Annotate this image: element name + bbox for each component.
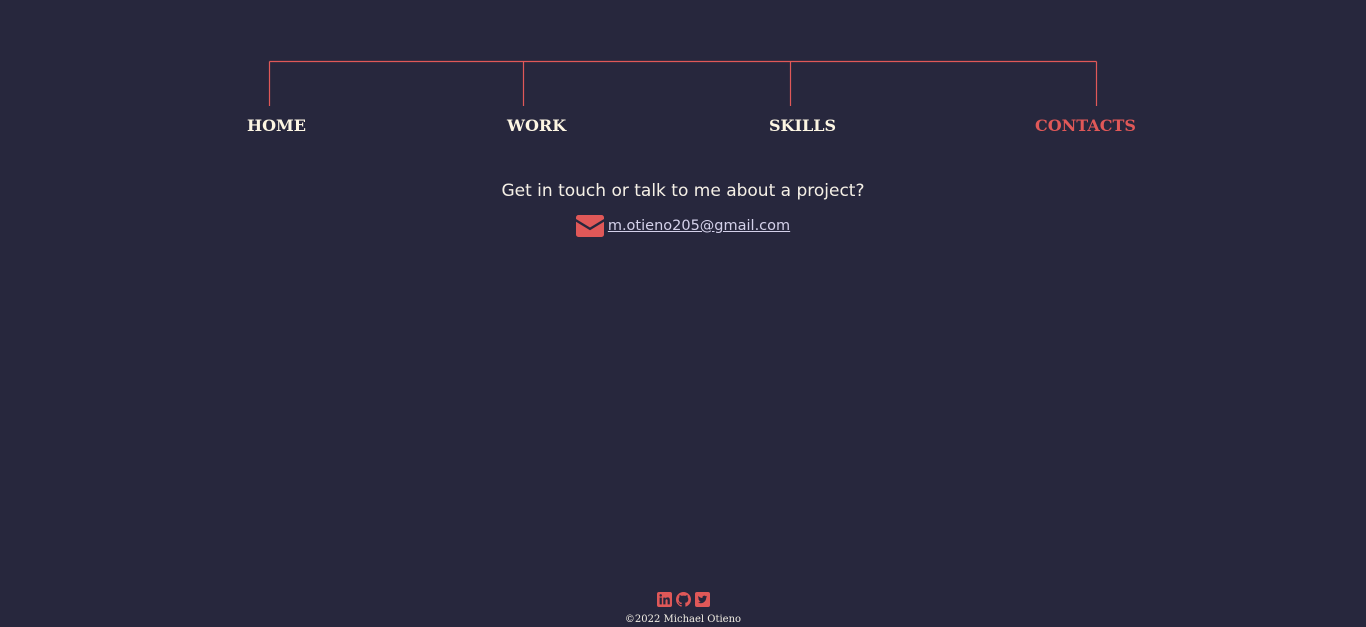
contact-section: Get in touch or talk to me about a proje… bbox=[0, 178, 1366, 239]
nav-skills-link[interactable]: SKILLS bbox=[769, 115, 836, 137]
github-icon[interactable] bbox=[675, 592, 691, 607]
linkedin-icon[interactable] bbox=[656, 592, 672, 607]
nav-work-link[interactable]: WORK bbox=[507, 115, 566, 137]
nav-home-link[interactable]: HOME bbox=[247, 115, 306, 137]
copyright-text: ©2022 Michael Otieno bbox=[624, 614, 742, 625]
email-row: m.otieno205@gmail.com bbox=[0, 213, 1366, 239]
nav-connector-lines bbox=[268, 60, 1098, 106]
social-links bbox=[0, 592, 1366, 609]
twitter-icon[interactable] bbox=[694, 592, 710, 607]
footer: ©2022 Michael Otieno bbox=[0, 592, 1366, 626]
envelope-icon bbox=[575, 215, 604, 237]
contact-heading: Get in touch or talk to me about a proje… bbox=[501, 181, 865, 201]
nav-contacts-link[interactable]: CONTACTS bbox=[1035, 115, 1136, 137]
email-link[interactable]: m.otieno205@gmail.com bbox=[608, 218, 790, 234]
